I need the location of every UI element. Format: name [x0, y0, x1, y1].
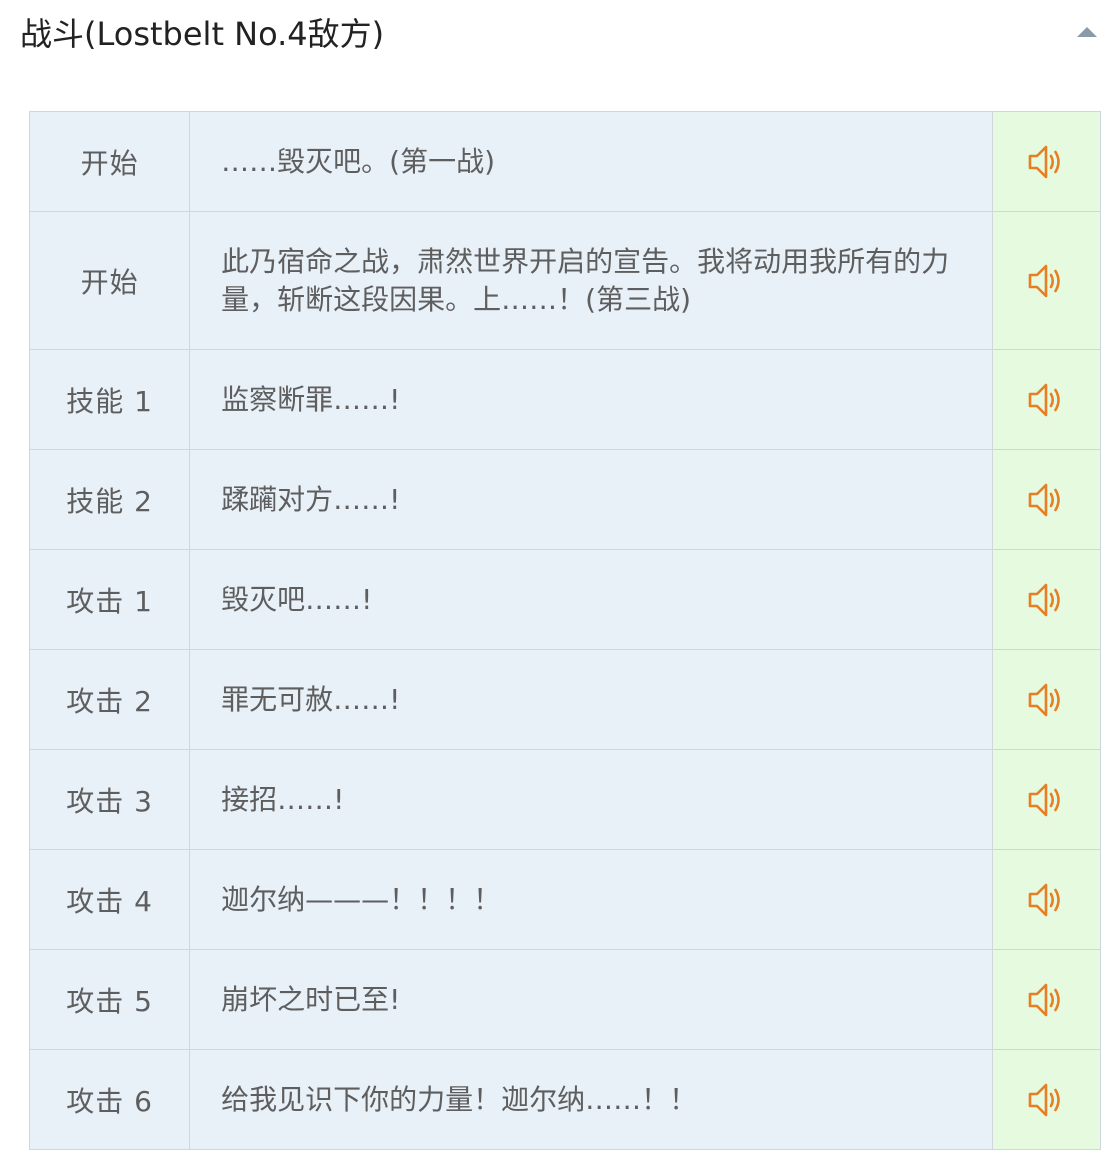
speaker-icon — [1029, 264, 1061, 297]
voice-text: 蹂躏对方……! — [221, 482, 401, 516]
table-row: 开始 此乃宿命之战，肃然世界开启的宣告。我将动用我所有的力量，斩断这段因果。上…… — [28, 211, 1102, 350]
voice-label: 开始 — [28, 111, 191, 212]
speaker-icon — [1029, 683, 1061, 716]
play-voice-button[interactable] — [1026, 142, 1066, 182]
table-row: 攻击 5 崩坏之时已至! — [28, 949, 1102, 1050]
voice-text: 毁灭吧……! — [221, 582, 373, 616]
voice-text: 崩坏之时已至! — [221, 982, 401, 1016]
voice-text: 罪无可赦……! — [221, 682, 401, 716]
voice-text: 监察断罪……! — [221, 382, 401, 416]
voice-text: 接招……! — [221, 782, 345, 816]
voice-label: 攻击 5 — [28, 949, 191, 1050]
voice-label: 攻击 2 — [28, 649, 191, 750]
table-row: 攻击 2 罪无可赦……! — [28, 649, 1102, 750]
speaker-icon — [1029, 983, 1061, 1016]
voice-label: 攻击 6 — [28, 1049, 191, 1150]
play-voice-button[interactable] — [1026, 980, 1066, 1020]
voice-label: 攻击 4 — [28, 849, 191, 950]
voice-label: 开始 — [28, 211, 191, 350]
play-voice-button[interactable] — [1026, 480, 1066, 520]
voice-text: ……毁灭吧。(第一战) — [221, 144, 495, 178]
table-row: 技能 1 监察断罪……! — [28, 349, 1102, 450]
play-voice-button[interactable] — [1026, 780, 1066, 820]
speaker-icon — [1029, 145, 1061, 178]
voice-label: 攻击 1 — [28, 549, 191, 650]
voice-label: 攻击 3 — [28, 749, 191, 850]
table-row: 攻击 6 给我见识下你的力量！迦尔纳……！！ — [28, 1049, 1102, 1150]
collapse-toggle-button[interactable] — [1075, 24, 1099, 40]
play-voice-button[interactable] — [1026, 1080, 1066, 1120]
play-voice-button[interactable] — [1026, 680, 1066, 720]
voice-text: 迦尔纳———！！！！ — [221, 882, 502, 916]
section-title: 战斗(Lostbelt No.4敌方) — [20, 15, 385, 53]
voice-text: 此乃宿命之战，肃然世界开启的宣告。我将动用我所有的力量，斩断这段因果。上……！(… — [221, 244, 950, 316]
voice-lines-table: 开始 ……毁灭吧。(第一战) 开始 此乃宿命之战，肃然世界开启的宣告。我将动用我… — [28, 111, 1102, 1150]
speaker-icon — [1029, 783, 1061, 816]
triangle-up-icon — [1077, 27, 1097, 37]
speaker-icon — [1029, 383, 1061, 416]
speaker-icon — [1029, 583, 1061, 616]
play-voice-button[interactable] — [1026, 261, 1066, 301]
play-voice-button[interactable] — [1026, 380, 1066, 420]
table-row: 攻击 3 接招……! — [28, 749, 1102, 850]
table-row: 攻击 1 毁灭吧……! — [28, 549, 1102, 650]
speaker-icon — [1029, 1083, 1061, 1116]
voice-text: 给我见识下你的力量！迦尔纳……！！ — [221, 1082, 698, 1116]
speaker-icon — [1029, 883, 1061, 916]
section-header: 战斗(Lostbelt No.4敌方) — [0, 0, 1115, 80]
voice-label: 技能 2 — [28, 449, 191, 550]
play-voice-button[interactable] — [1026, 880, 1066, 920]
table-row: 攻击 4 迦尔纳———！！！！ — [28, 849, 1102, 950]
play-voice-button[interactable] — [1026, 580, 1066, 620]
table-row: 开始 ……毁灭吧。(第一战) — [28, 111, 1102, 212]
speaker-icon — [1029, 483, 1061, 516]
table-row: 技能 2 蹂躏对方……! — [28, 449, 1102, 550]
voice-label: 技能 1 — [28, 349, 191, 450]
